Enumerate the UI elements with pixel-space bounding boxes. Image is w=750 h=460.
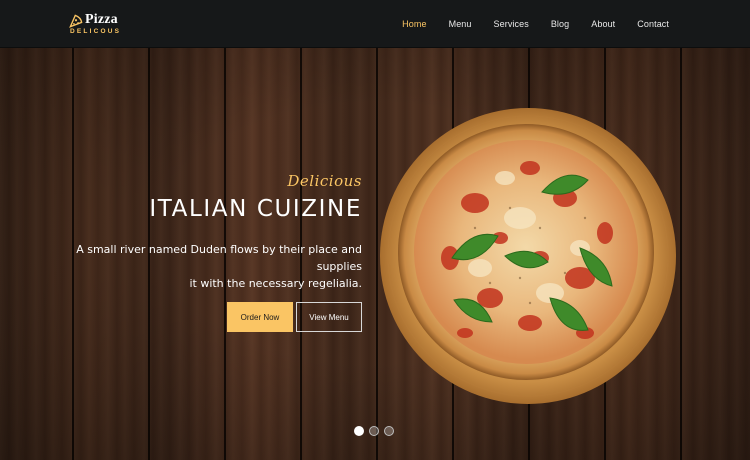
order-now-button[interactable]: Order Now (227, 302, 293, 332)
slider-dot-2[interactable] (369, 426, 379, 436)
hero-description-line2: it with the necessary regelialia. (189, 277, 362, 290)
nav-services[interactable]: Services (494, 19, 529, 29)
nav-about[interactable]: About (591, 19, 615, 29)
hero-buttons: Order Now View Menu (227, 302, 362, 332)
brand-subtitle: DELICOUS (70, 28, 122, 35)
navbar: Pizza DELICOUS Home Menu Services Blog A… (0, 0, 750, 48)
nav-blog[interactable]: Blog (551, 19, 569, 29)
nav-home[interactable]: Home (402, 19, 426, 29)
slider-dot-3[interactable] (384, 426, 394, 436)
hero-tagline: Delicious (287, 172, 362, 190)
main-nav: Home Menu Services Blog About Contact (380, 0, 669, 48)
view-menu-button[interactable]: View Menu (296, 302, 362, 332)
hero-text: Delicious ITALIAN CUIZINE A small river … (42, 172, 362, 292)
nav-contact[interactable]: Contact (637, 19, 669, 29)
nav-menu[interactable]: Menu (449, 19, 472, 29)
brand-name: Pizza (85, 12, 118, 27)
hero-description: A small river named Duden flows by their… (42, 241, 362, 292)
brand-logo[interactable]: Pizza DELICOUS (69, 12, 129, 38)
slider-dot-1[interactable] (354, 426, 364, 436)
hero-headline: ITALIAN CUIZINE (149, 196, 362, 222)
pizza-slice-icon (69, 14, 83, 28)
hero-slider: Delicious ITALIAN CUIZINE A small river … (0, 48, 750, 460)
pizza-image (380, 108, 676, 404)
slider-dots (354, 426, 394, 436)
hero-description-line1: A small river named Duden flows by their… (76, 243, 362, 273)
